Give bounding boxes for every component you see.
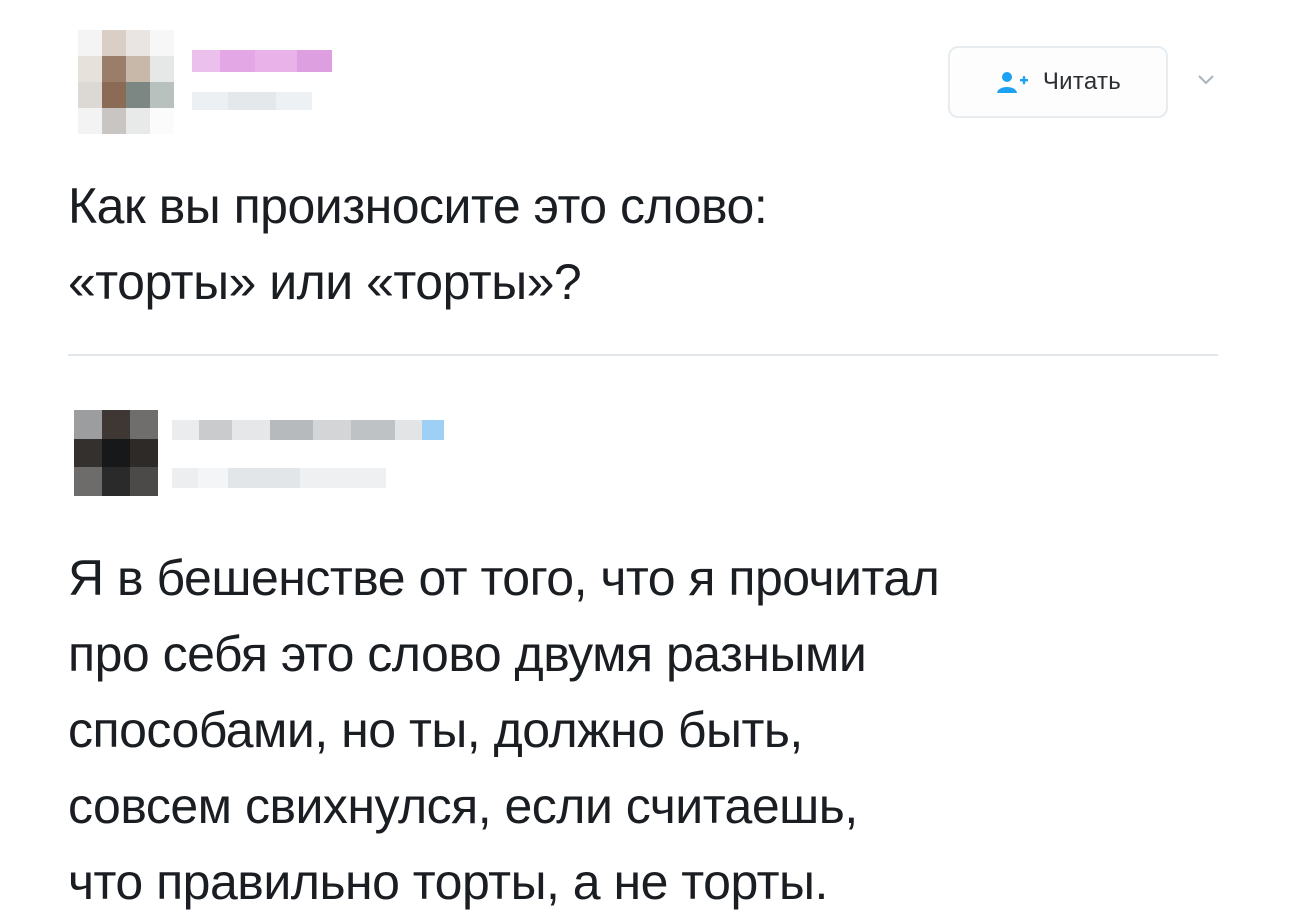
author-name-blurred[interactable] <box>192 50 332 72</box>
follow-button[interactable]: Читать <box>948 46 1168 118</box>
person-add-icon <box>996 72 1028 93</box>
reply-text: Я в бешенстве от того, что я прочитал пр… <box>68 550 940 910</box>
screenshot-page: Читать Как вы произносите это слово: «то… <box>0 0 1290 924</box>
divider <box>68 354 1218 356</box>
follow-button-label: Читать <box>1042 68 1122 95</box>
author-avatar[interactable] <box>78 30 174 134</box>
reply-author-avatar[interactable] <box>74 410 158 496</box>
reply-author-name-blurred[interactable] <box>172 420 444 440</box>
tweet-text: Как вы произносите это слово: «торты» ил… <box>68 178 768 310</box>
reply-author-handle-blurred[interactable] <box>172 468 386 488</box>
author-handle-blurred[interactable] <box>192 92 312 110</box>
chevron-down-icon[interactable] <box>1196 70 1216 90</box>
